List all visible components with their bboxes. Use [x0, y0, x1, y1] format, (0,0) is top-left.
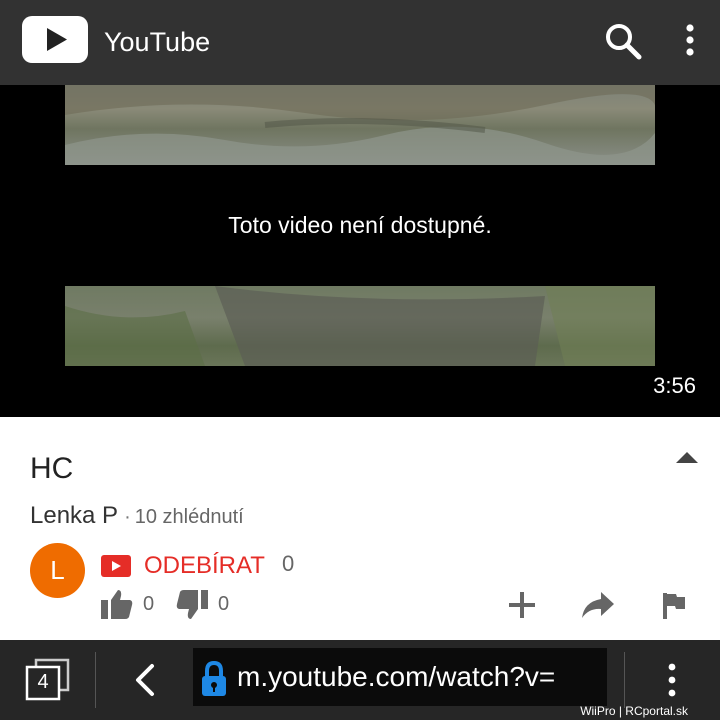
subscribe-button[interactable]: ODEBÍRAT: [144, 551, 265, 581]
avatar[interactable]: L: [30, 543, 85, 598]
video-info: HC Lenka P ·10 zhlédnutí L ODEBÍRAT 0 0: [0, 417, 720, 640]
toolbar-divider: [624, 652, 625, 708]
screen: YouTube Toto video není dostupné. 3:56 H…: [0, 0, 720, 720]
app-title: YouTube: [104, 27, 211, 57]
youtube-subscribe-icon[interactable]: [101, 555, 131, 577]
search-icon[interactable]: [602, 20, 644, 62]
dislike-count: 0: [218, 593, 230, 615]
chevron-up-icon[interactable]: [672, 447, 702, 467]
share-icon[interactable]: [580, 589, 616, 621]
video-title: HC: [30, 452, 74, 485]
toolbar-divider: [95, 652, 96, 708]
flag-icon[interactable]: [660, 591, 688, 621]
video-frame-bottom: [65, 286, 655, 366]
youtube-logo-icon[interactable]: [22, 16, 88, 63]
video-player[interactable]: Toto video není dostupné. 3:56: [0, 85, 720, 417]
browser-toolbar: 4 m.youtube.com/watch?v= WiiPro | RCport…: [0, 640, 720, 720]
tab-count: 4: [37, 671, 49, 693]
meta-separator: ·: [124, 506, 131, 528]
watermark: WiiPro | RCportal.sk: [580, 704, 688, 718]
app-bar: YouTube: [0, 0, 720, 85]
subscriber-count: 0: [282, 551, 295, 576]
thumbs-up-icon[interactable]: [100, 588, 134, 620]
video-meta: Lenka P · 10 zhlédnutí: [30, 501, 244, 534]
thumbs-down-icon[interactable]: [175, 589, 209, 621]
view-count: 10 zhlédnutí: [134, 506, 244, 528]
add-to-playlist-icon[interactable]: [506, 589, 538, 621]
video-unavailable-message: Toto video není dostupné.: [228, 212, 492, 238]
video-duration: 3:56: [653, 373, 696, 398]
chevron-left-icon[interactable]: [130, 662, 160, 698]
address-bar[interactable]: m.youtube.com/watch?v=: [193, 648, 607, 706]
more-vertical-icon[interactable]: [674, 20, 706, 62]
channel-name[interactable]: Lenka P: [30, 502, 118, 529]
lock-icon: [199, 660, 229, 698]
like-count: 0: [143, 593, 155, 615]
more-vertical-icon[interactable]: [658, 660, 686, 702]
video-frame-top: [65, 85, 655, 165]
url-text[interactable]: m.youtube.com/watch?v=: [237, 660, 555, 694]
